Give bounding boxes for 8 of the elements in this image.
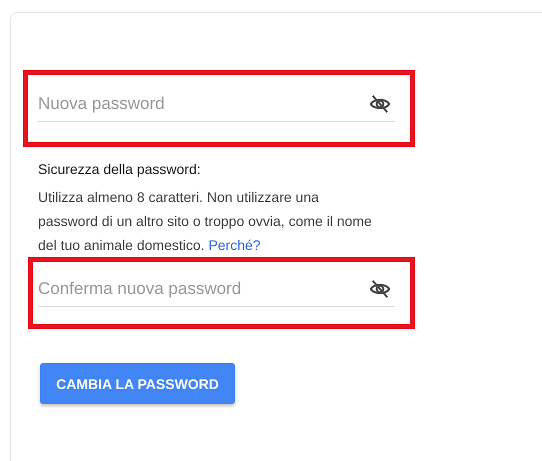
eye-slash-icon[interactable]: [367, 278, 393, 300]
why-link[interactable]: Perché?: [208, 237, 261, 253]
eye-slash-icon[interactable]: [367, 93, 393, 115]
password-field[interactable]: Nuova password: [38, 94, 367, 114]
strength-heading: Sicurezza della password:: [38, 161, 202, 177]
password-field[interactable]: Conferma nuova password: [38, 279, 367, 299]
change-password-button[interactable]: CAMBIA LA PASSWORD: [40, 363, 235, 404]
strength-description: Utilizza almeno 8 caratteri. Non utilizzare una password di un altro sito o troppo ovvia, come il nome del tuo animale domestico. Perché?: [38, 188, 373, 255]
